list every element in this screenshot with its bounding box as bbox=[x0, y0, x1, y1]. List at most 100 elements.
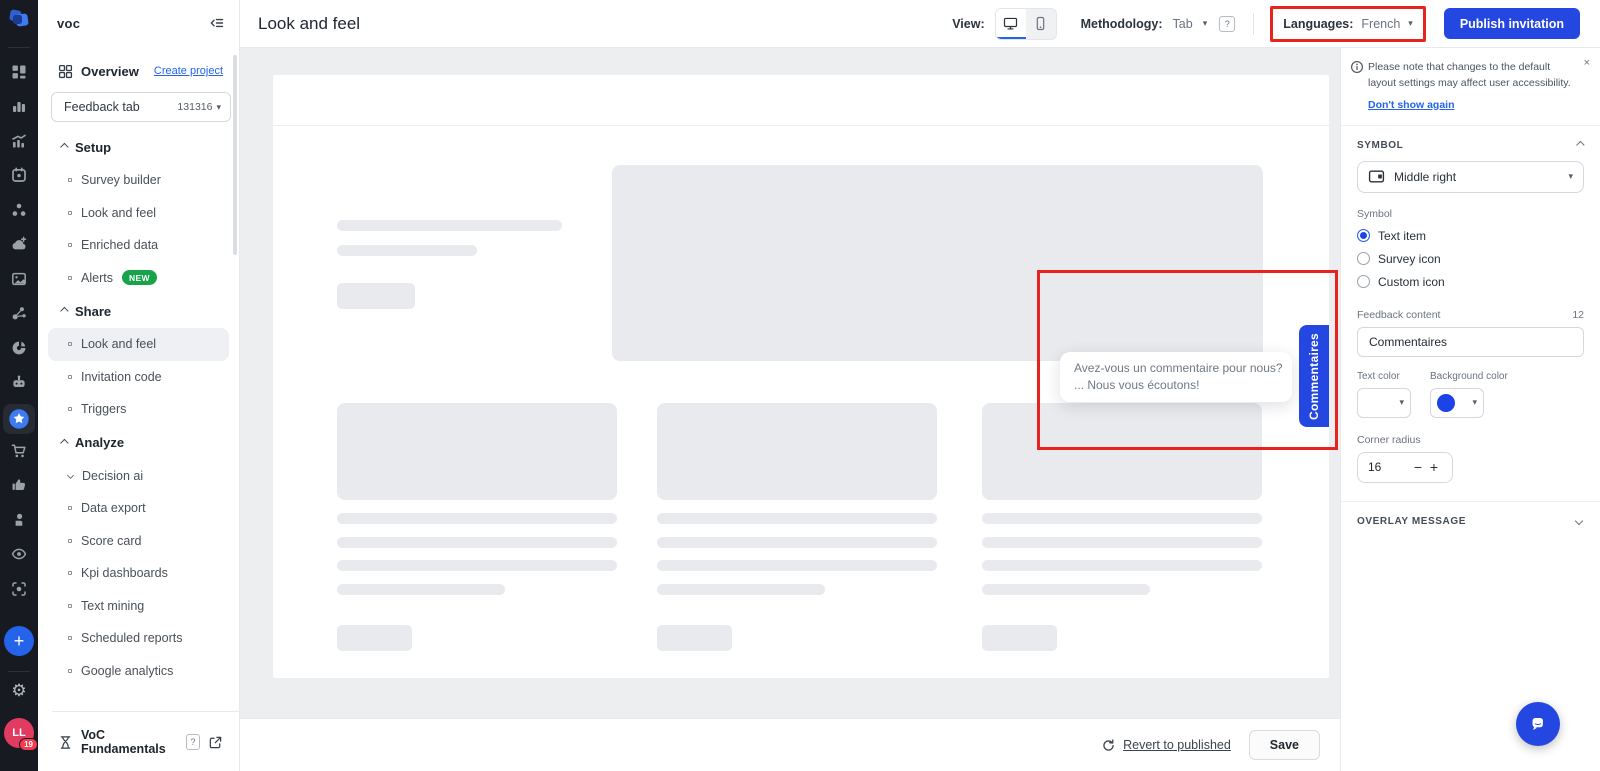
mobile-icon bbox=[1033, 16, 1048, 31]
brand-label: voc bbox=[57, 16, 209, 31]
image-media-icon[interactable] bbox=[0, 271, 38, 287]
info-icon bbox=[1350, 60, 1364, 79]
revert-to-published-link[interactable]: Revert to published bbox=[1101, 738, 1231, 753]
sidebar-item-google-analytics[interactable]: Google analytics bbox=[48, 655, 229, 688]
sidebar-item-kpi-dashboards[interactable]: Kpi dashboards bbox=[48, 557, 229, 590]
calendar-icon[interactable] bbox=[0, 167, 38, 183]
languages-dropdown annotation-box-languages[interactable]: Languages: French ▾ bbox=[1270, 6, 1426, 42]
feedback-content-input[interactable]: Commentaires bbox=[1357, 327, 1584, 357]
new-badge: NEW bbox=[122, 270, 157, 285]
sidebar-item-data-export[interactable]: Data export bbox=[48, 492, 229, 525]
sidebar-nav: Setup Survey builder Look and feel Enric… bbox=[38, 130, 239, 687]
sidebar-item-decision-ai[interactable]: Decision ai bbox=[48, 460, 229, 493]
page-title: Look and feel bbox=[258, 14, 952, 34]
nav-group-share[interactable]: Share bbox=[38, 294, 239, 328]
radio-icon bbox=[1357, 275, 1370, 288]
cart-icon[interactable] bbox=[0, 443, 38, 459]
sidebar-item-look-and-feel[interactable]: Look and feel bbox=[48, 328, 229, 361]
char-count: 12 bbox=[1572, 309, 1584, 321]
symbol-section-header[interactable]: SYMBOL bbox=[1341, 126, 1600, 161]
sidebar-item-look-and-feel[interactable]: Look and feel bbox=[48, 197, 229, 230]
add-button[interactable]: + bbox=[4, 626, 34, 656]
cloud-upload-icon[interactable] bbox=[0, 236, 38, 252]
sidebar-item-text-mining[interactable]: Text mining bbox=[48, 590, 229, 623]
project-select-label: Feedback tab bbox=[64, 100, 177, 114]
chevron-down-icon: ▾ bbox=[1472, 397, 1477, 408]
sidebar-item-scheduled-reports[interactable]: Scheduled reports bbox=[48, 622, 229, 655]
methodology-value[interactable]: Tab bbox=[1173, 17, 1193, 31]
revert-icon bbox=[1101, 738, 1116, 753]
preview-page: Avez-vous un commentaire pour nous? ... … bbox=[273, 75, 1329, 678]
feedback-tooltip: Avez-vous un commentaire pour nous? ... … bbox=[1060, 352, 1292, 402]
publish-invitation-button[interactable]: Publish invitation bbox=[1444, 8, 1580, 39]
dont-show-again-link[interactable]: Don't show again bbox=[1368, 99, 1455, 111]
share-network-icon[interactable] bbox=[0, 305, 38, 321]
thumbs-up-icon[interactable] bbox=[0, 477, 38, 493]
languages-label: Languages: bbox=[1283, 17, 1353, 31]
overview-label: Overview bbox=[81, 64, 146, 79]
text-color-dropdown[interactable]: ▾ bbox=[1357, 388, 1411, 418]
voc-fundamentals-label: VoC Fundamentals bbox=[81, 728, 178, 756]
create-project-link[interactable]: Create project bbox=[154, 65, 223, 77]
radio-survey-icon[interactable]: Survey icon bbox=[1357, 252, 1584, 266]
increment-button[interactable]: + bbox=[1426, 459, 1442, 475]
user-avatar[interactable]: LL19 bbox=[4, 718, 34, 748]
team-icon[interactable] bbox=[0, 202, 38, 218]
eye-icon[interactable] bbox=[0, 546, 38, 562]
sidebar-item-score-card[interactable]: Score card bbox=[48, 525, 229, 558]
background-color-dropdown[interactable]: ▾ bbox=[1430, 388, 1484, 418]
chevron-down-icon[interactable]: ▾ bbox=[1203, 18, 1208, 29]
sidebar: voc Overview Create project Feedback tab… bbox=[38, 0, 240, 771]
sidebar-item-invitation-code[interactable]: Invitation code bbox=[48, 361, 229, 394]
line-chart-icon[interactable] bbox=[0, 133, 38, 149]
scan-icon[interactable] bbox=[0, 581, 38, 597]
sidebar-item-triggers[interactable]: Triggers bbox=[48, 393, 229, 426]
feedback-messenger-icon[interactable] bbox=[3, 404, 35, 434]
feedback-tab-label: Commentaires bbox=[1307, 333, 1321, 420]
dashboard-icon[interactable] bbox=[0, 64, 38, 80]
bar-chart-icon[interactable] bbox=[0, 98, 38, 114]
notification-badge: 19 bbox=[19, 738, 38, 751]
chevron-up-icon bbox=[1576, 141, 1584, 149]
decrement-button[interactable]: − bbox=[1410, 459, 1426, 475]
chevron-down-icon: ▾ bbox=[216, 102, 221, 113]
mobile-view-button[interactable] bbox=[1026, 9, 1056, 39]
app-logo[interactable] bbox=[0, 6, 38, 32]
settings-gear-icon[interactable]: ⚙ bbox=[0, 681, 38, 701]
feedback-tab-button[interactable]: Commentaires bbox=[1299, 325, 1329, 427]
overlay-message-section-header[interactable]: OVERLAY MESSAGE bbox=[1341, 502, 1600, 537]
sidebar-item-alerts[interactable]: AlertsNEW bbox=[48, 262, 229, 295]
languages-value: French bbox=[1361, 17, 1400, 31]
sidebar-scrollbar[interactable] bbox=[233, 55, 237, 255]
desktop-view-button[interactable] bbox=[996, 9, 1026, 39]
help-icon[interactable]: ? bbox=[186, 734, 200, 750]
bullet-icon bbox=[68, 604, 72, 608]
corner-radius-label: Corner radius bbox=[1357, 434, 1584, 446]
text-color-label: Text color bbox=[1357, 371, 1411, 382]
person-icon[interactable] bbox=[0, 512, 38, 528]
nav-group-analyze[interactable]: Analyze bbox=[38, 426, 239, 460]
collapse-sidebar-icon[interactable] bbox=[209, 15, 225, 31]
nav-group-setup[interactable]: Setup bbox=[38, 130, 239, 164]
hourglass-icon bbox=[58, 735, 73, 750]
save-button[interactable]: Save bbox=[1249, 730, 1320, 760]
close-icon[interactable]: × bbox=[1584, 57, 1590, 69]
corner-radius-stepper: 16 − + bbox=[1357, 452, 1453, 483]
external-link-icon[interactable] bbox=[208, 735, 223, 750]
sidebar-item-enriched-data[interactable]: Enriched data bbox=[48, 229, 229, 262]
footer-bar: Revert to published Save bbox=[240, 718, 1340, 771]
corner-radius-value[interactable]: 16 bbox=[1368, 460, 1410, 474]
donut-chart-icon[interactable] bbox=[0, 340, 38, 356]
position-select[interactable]: Middle right ▾ bbox=[1357, 161, 1584, 193]
bullet-icon bbox=[68, 342, 72, 346]
bullet-icon bbox=[68, 636, 72, 640]
robot-icon[interactable] bbox=[0, 374, 38, 390]
help-icon[interactable]: ? bbox=[1219, 16, 1235, 32]
chat-launcher-button[interactable] bbox=[1516, 702, 1560, 746]
chevron-up-icon bbox=[60, 438, 68, 446]
radio-text-item[interactable]: Text item bbox=[1357, 229, 1584, 243]
bullet-icon bbox=[68, 571, 72, 575]
sidebar-item-survey-builder[interactable]: Survey builder bbox=[48, 164, 229, 197]
radio-custom-icon[interactable]: Custom icon bbox=[1357, 275, 1584, 289]
project-select[interactable]: Feedback tab 131316 ▾ bbox=[51, 92, 231, 122]
